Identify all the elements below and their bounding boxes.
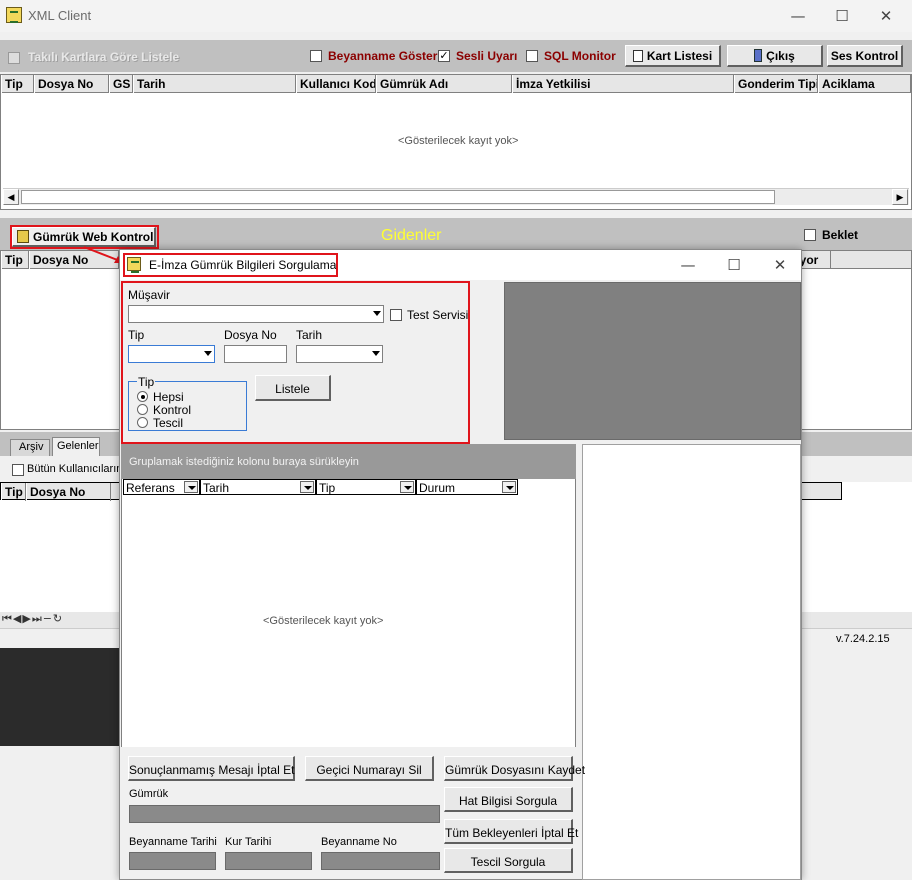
ses-kontrol-button[interactable]: Ses Kontrol [827, 45, 903, 67]
column-header-label: Durum [419, 481, 456, 495]
sql-monitor-checkbox[interactable] [526, 50, 538, 62]
sql-monitor-label: SQL Monitor [544, 49, 616, 63]
column-header[interactable]: Tip [1, 75, 34, 93]
column-header[interactable]: GS [109, 75, 133, 93]
gecici-numara-sil-button[interactable]: Geçici Numarayı Sil [305, 756, 434, 781]
sesli-uyari-label: Sesli Uyarı [456, 49, 518, 63]
horizontal-scrollbar[interactable]: ◀ ▶ [3, 188, 909, 205]
kur-tarihi-label: Kur Tarihi [225, 836, 272, 848]
group-panel-text: Gruplamak istediğiniz kolonu buraya sürü… [129, 456, 359, 468]
gumruk-label: Gümrük [129, 788, 169, 800]
gumruk-field [129, 805, 440, 823]
beyanname-no-label: Beyanname No [321, 836, 397, 848]
takili-kartlar-checkbox[interactable] [8, 52, 20, 64]
column-header[interactable]: Gümrük Adı [376, 75, 512, 93]
column-header[interactable]: Tip [1, 483, 26, 501]
gidenler-title: Gidenler [381, 227, 442, 244]
chevron-down-icon[interactable] [300, 481, 314, 493]
window-title: XML Client [28, 8, 92, 23]
kur-tarihi-field [225, 852, 312, 870]
top-grid: Tip Dosya No GS Tarih Kullanıcı Kodu Güm… [0, 74, 912, 210]
ses-kontrol-label: Ses Kontrol [830, 49, 899, 63]
column-header[interactable]: Kullanıcı Kodu [296, 75, 376, 93]
dialog-minimize-button[interactable]: — [668, 253, 708, 277]
empty-message: <Gösterilecek kayıt yok> [263, 615, 384, 627]
beyanname-goster-label: Beyanname Göster [328, 49, 438, 63]
button-label: Sonuçlanmamış Mesajı İptal Et [129, 763, 295, 777]
column-header-tarih[interactable]: Tarih [200, 479, 316, 495]
maximize-button[interactable]: ☐ [822, 4, 862, 28]
tab-gelenler[interactable]: Gelenler [52, 437, 100, 456]
version-label: v.7.24.2.15 [836, 633, 890, 645]
door-icon [754, 49, 763, 62]
kart-listesi-button[interactable]: Kart Listesi [625, 45, 721, 67]
column-header-tip[interactable]: Tip [316, 479, 416, 495]
scroll-left-icon[interactable]: ◀ [3, 189, 19, 205]
butun-kullanicilar-checkbox[interactable] [12, 464, 24, 476]
button-label: Tüm Bekleyenleri İptal Et [445, 826, 579, 840]
column-header-referans[interactable]: Referans [123, 479, 200, 495]
chevron-down-icon[interactable] [184, 481, 198, 493]
scroll-right-icon[interactable]: ▶ [892, 189, 908, 205]
column-header[interactable]: Dosya No [26, 483, 111, 501]
background-area [0, 648, 122, 746]
gumruk-dosyasi-kaydet-button[interactable]: Gümrük Dosyasını Kaydet [444, 756, 585, 781]
minimize-button[interactable]: — [778, 4, 818, 28]
close-button[interactable]: ✕ [866, 4, 906, 28]
column-header-label: Tarih [203, 481, 230, 495]
button-label: Tescil Sorgula [470, 855, 546, 869]
cikis-label: Çıkış [766, 49, 795, 63]
sesli-uyari-checkbox[interactable]: ✓ [438, 50, 450, 62]
tab-arsiv[interactable]: Arşiv [10, 439, 50, 456]
dialog-close-button[interactable]: ✕ [760, 253, 800, 277]
dialog-maximize-button[interactable]: ☐ [714, 253, 754, 277]
empty-message: <Gösterilecek kayıt yok> [398, 135, 519, 147]
side-list-panel [582, 444, 801, 880]
cikis-button[interactable]: Çıkış [727, 45, 823, 67]
butun-kullanicilar-label: Bütün Kullanıcıların [27, 463, 123, 475]
top-grid-header: Tip Dosya No GS Tarih Kullanıcı Kodu Güm… [1, 75, 911, 93]
column-header[interactable]: Dosya No [34, 75, 109, 93]
beyanname-tarihi-label: Beyanname Tarihi [129, 836, 217, 848]
beklet-checkbox[interactable] [804, 229, 816, 241]
title-bar: XML Client — ☐ ✕ [0, 0, 912, 32]
column-header[interactable]: Aciklama [818, 75, 911, 93]
button-label: Hat Bilgisi Sorgula [458, 794, 558, 808]
beklet-label: Beklet [822, 228, 859, 242]
column-header[interactable]: İmza Yetkilisi [512, 75, 734, 93]
column-header[interactable]: Tip [1, 251, 29, 269]
dialog-window: E-İmza Gümrük Bilgileri Sorgulama — ☐ ✕ … [119, 249, 802, 880]
tum-bekleyenleri-iptal-button[interactable]: Tüm Bekleyenleri İptal Et [444, 819, 578, 844]
document-icon [632, 50, 643, 62]
column-header-label: Tip [319, 481, 336, 495]
chevron-down-icon[interactable] [400, 481, 414, 493]
highlight-box [121, 281, 470, 444]
button-label: Geçici Numarayı Sil [316, 763, 422, 777]
group-panel: Gruplamak istediğiniz kolonu buraya sürü… [121, 444, 576, 479]
beyanname-tarihi-field [129, 852, 216, 870]
preview-panel [504, 282, 801, 440]
column-header[interactable]: Gonderim Tipi [734, 75, 818, 93]
beyanname-goster-checkbox[interactable] [310, 50, 322, 62]
top-toolbar: Takılı Kartlara Göre Listele Beyanname G… [0, 40, 912, 72]
column-header-durum[interactable]: Durum [416, 479, 518, 495]
button-label: Gümrük Dosyasını Kaydet [445, 763, 586, 777]
column-header[interactable]: Tarih [133, 75, 296, 93]
app-icon [6, 7, 22, 23]
hat-bilgisi-sorgula-button[interactable]: Hat Bilgisi Sorgula [444, 787, 573, 812]
sonuclanmamis-iptal-button[interactable]: Sonuçlanmamış Mesajı İptal Et [128, 756, 295, 781]
takili-kartlar-label: Takılı Kartlara Göre Listele [28, 50, 180, 64]
tescil-sorgula-button[interactable]: Tescil Sorgula [444, 848, 573, 873]
scroll-thumb[interactable] [21, 190, 775, 204]
kart-listesi-label: Kart Listesi [646, 49, 713, 63]
beyanname-no-field [321, 852, 440, 870]
chevron-down-icon[interactable] [502, 481, 516, 493]
column-header-label: Referans [126, 481, 175, 495]
navigator-icons[interactable]: ⏮◀▶⏭−↻ [2, 612, 63, 626]
highlight-box [123, 253, 338, 277]
dialog-grid: Referans Tarih Tip Durum <Gösterilecek k… [121, 479, 576, 747]
